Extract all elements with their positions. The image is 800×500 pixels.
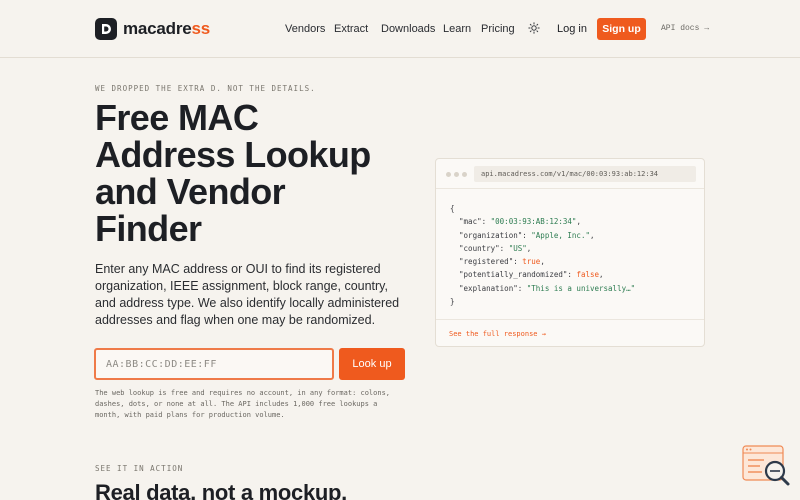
json-value: "This is a universally…" [526, 283, 636, 293]
hero-title: Free MAC Address Lookup and Vendor Finde… [95, 97, 371, 249]
json-brace-open: { [450, 204, 455, 213]
brand-name: macadress [123, 19, 211, 38]
full-response-link[interactable]: See the full response → [449, 330, 546, 338]
logo-mark-icon [95, 18, 117, 40]
json-line: "registered": true, [459, 257, 545, 267]
brand-logo[interactable]: macadress [95, 18, 210, 40]
search-widget-icon[interactable] [742, 444, 792, 490]
nav-item-vendors[interactable]: Vendors [285, 23, 325, 35]
json-line: "organization": "Apple, Inc.", [459, 230, 595, 240]
api-docs-link[interactable]: API docs → [661, 24, 709, 33]
json-line: "explanation": "This is a universally…" [459, 283, 636, 293]
section-eyebrow: SEE IT IN ACTION [95, 464, 184, 473]
nav-item-pricing[interactable]: Pricing [481, 23, 515, 35]
json-line: "potentially_randomized": false, [459, 270, 604, 280]
json-key: "country" [459, 243, 500, 253]
card-footer: See the full response → [436, 319, 704, 347]
window-dot-icon [462, 172, 467, 177]
api-url: api.macadress.com/v1/mac/00:03:93:ab:12:… [474, 166, 696, 182]
json-value: false [576, 270, 600, 280]
json-key: "registered" [459, 257, 514, 267]
signup-button[interactable]: Sign up [597, 18, 646, 40]
json-key: "explanation" [459, 283, 518, 293]
card-titlebar: api.macadress.com/v1/mac/00:03:93:ab:12:… [436, 159, 704, 189]
mac-address-input[interactable] [94, 348, 334, 380]
json-value: "00:03:93:AB:12:34" [490, 217, 577, 227]
hero-eyebrow: WE DROPPED THE EXTRA D. NOT THE DETAILS. [95, 84, 316, 93]
nav-item-extract[interactable]: Extract [334, 23, 368, 35]
lookup-helper-text: The web lookup is free and requires no a… [95, 389, 391, 419]
login-link[interactable]: Log in [557, 23, 587, 35]
json-value: "Apple, Inc." [531, 230, 590, 240]
sun-icon[interactable] [528, 22, 540, 34]
window-dot-icon [446, 172, 451, 177]
hero-description: Enter any MAC address or OUI to find its… [95, 262, 400, 327]
nav-item-learn[interactable]: Learn [443, 23, 471, 35]
window-dot-icon [454, 172, 459, 177]
json-line: "mac": "00:03:93:AB:12:34", [459, 217, 581, 227]
json-key: "mac" [459, 217, 482, 227]
json-value: true [522, 257, 541, 267]
nav-item-downloads[interactable]: Downloads [381, 23, 435, 35]
json-brace-close: } [450, 297, 455, 307]
lookup-button[interactable]: Look up [339, 348, 405, 380]
json-response: { "mac": "00:03:93:AB:12:34", "organizat… [450, 202, 635, 308]
json-key: "organization" [459, 230, 523, 240]
json-value: "US" [508, 243, 527, 253]
section-title: Real data, not a mockup. [95, 480, 347, 500]
api-response-card: api.macadress.com/v1/mac/00:03:93:ab:12:… [435, 158, 705, 347]
json-key: "potentially_randomized" [459, 270, 568, 280]
json-line: "country": "US", [459, 243, 532, 253]
site-header: macadress Vendors Extract Downloads Lear… [0, 0, 800, 58]
